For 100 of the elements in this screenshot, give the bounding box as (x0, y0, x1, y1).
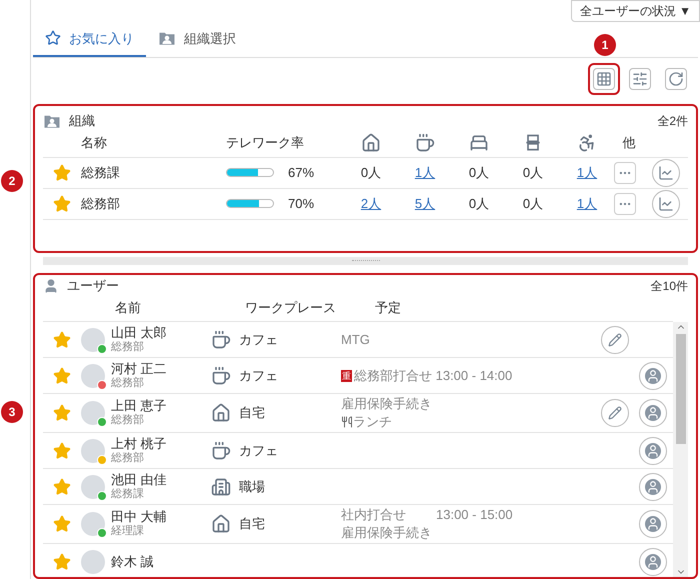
department: 総務部 (111, 413, 145, 428)
line-chart-icon (658, 196, 674, 212)
edit-button[interactable] (601, 326, 629, 354)
count-link[interactable]: 1人 (576, 194, 598, 214)
tab[interactable]: 組織選択 (146, 22, 248, 57)
cup-icon (211, 366, 231, 386)
user-name: 田中 大輔 (111, 509, 167, 524)
chat-button[interactable] (639, 510, 667, 538)
count-label: 全2件 (657, 112, 688, 130)
pencil-icon (608, 406, 622, 420)
schedule-item: 社内打合せ (341, 506, 406, 524)
star-icon (45, 30, 61, 46)
schedule-item: 雇用保険手続き (341, 524, 433, 542)
count-link[interactable]: 2人 (360, 194, 382, 214)
favorite-star-icon[interactable] (53, 330, 71, 349)
chat-button[interactable] (639, 548, 667, 576)
cup-icon (211, 330, 231, 350)
user-name: 河村 正二 (111, 360, 167, 376)
favorite-star-icon[interactable] (53, 552, 71, 571)
department: 総務部 (111, 450, 145, 466)
bed-icon (469, 133, 489, 154)
column-header: テレワーク率 (226, 134, 304, 152)
chat-button[interactable] (639, 436, 667, 465)
tab[interactable]: お気に入り (33, 22, 146, 57)
column-header: 予定 (375, 299, 402, 318)
person-icon (645, 554, 661, 570)
user-name: 上田 恵子 (111, 398, 167, 414)
person-icon (645, 442, 661, 459)
user-name: 鈴木 誠 (111, 554, 154, 570)
important-badge: 重 (341, 370, 352, 382)
grid-icon (596, 70, 612, 87)
avatar (81, 328, 105, 352)
favorite-star-icon[interactable] (53, 164, 71, 182)
building-icon (211, 476, 231, 497)
column-header: ワークプレース (245, 299, 337, 318)
cup-icon (415, 133, 435, 154)
avatar (81, 438, 105, 463)
chart-button[interactable] (652, 190, 680, 218)
count-value: 0人 (522, 194, 544, 213)
avatar (81, 474, 105, 499)
department: 総務部 (111, 340, 145, 355)
person-icon (645, 516, 661, 532)
more-button[interactable] (614, 162, 636, 184)
house-icon (211, 514, 231, 534)
chat-button[interactable] (639, 362, 667, 390)
grid-button[interactable] (593, 68, 615, 90)
edit-button[interactable] (601, 399, 629, 428)
filter-button[interactable] (629, 68, 651, 90)
chart-button[interactable] (652, 158, 680, 187)
schedule-item: 雇用保険手続き (341, 395, 433, 414)
favorite-star-icon[interactable] (53, 442, 71, 460)
count-link[interactable]: 5人 (414, 194, 436, 214)
callout-badge: 1 (594, 34, 616, 56)
person-icon (645, 405, 661, 422)
count-value: 0人 (522, 164, 544, 182)
chat-button[interactable] (639, 399, 667, 428)
column-header: 他 (622, 134, 636, 152)
splitter-handle[interactable] (43, 257, 688, 266)
refresh-button[interactable] (665, 68, 687, 90)
favorite-star-icon[interactable] (53, 404, 71, 422)
schedule-item: 総務部打合せ 13:00 - 14:00 (354, 366, 512, 385)
user-name: 山田 太郎 (111, 324, 167, 340)
telework-rate: 67% (288, 164, 314, 182)
workplace-label: カフェ (239, 366, 278, 385)
workplace-label: 職場 (239, 478, 265, 496)
schedule-item: ランチ (353, 413, 392, 432)
status-dropdown[interactable]: 全ユーザーの状況 ▼ (570, 0, 700, 22)
more-button[interactable] (614, 192, 636, 215)
favorite-star-icon[interactable] (53, 366, 71, 385)
person-icon (645, 478, 661, 495)
panel-title: 組織 (69, 112, 95, 130)
favorite-star-icon[interactable] (53, 478, 71, 496)
avatar (81, 512, 105, 536)
refresh-icon (668, 70, 684, 87)
avatar (81, 364, 105, 388)
workplace-label: 自宅 (239, 404, 265, 422)
workplace-label: カフェ (239, 330, 278, 349)
line-chart-icon (658, 164, 674, 181)
count-label: 全10件 (650, 278, 688, 296)
house-icon (211, 403, 231, 424)
column-header: 名称 (81, 134, 107, 152)
panel-title: ユーザー (67, 277, 119, 296)
person-icon (43, 278, 59, 294)
count-value: 0人 (468, 194, 490, 213)
favorite-star-icon[interactable] (53, 194, 71, 213)
chat-button[interactable] (639, 472, 667, 501)
avatar (81, 401, 105, 426)
org-name: 総務部 (81, 194, 121, 213)
user-name: 上村 桃子 (111, 436, 167, 451)
cup-icon (211, 440, 231, 461)
callout-badge: 2 (1, 170, 23, 192)
sliders-icon (632, 70, 648, 87)
column-header: 名前 (115, 299, 142, 318)
schedule-time: 13:00 - 15:00 (436, 506, 513, 524)
scrollbar[interactable] (673, 322, 688, 577)
count-link[interactable]: 1人 (576, 162, 598, 182)
favorite-star-icon[interactable] (53, 515, 71, 534)
workplace-label: カフェ (239, 442, 278, 460)
count-link[interactable]: 1人 (414, 162, 436, 182)
house-icon (361, 133, 381, 154)
